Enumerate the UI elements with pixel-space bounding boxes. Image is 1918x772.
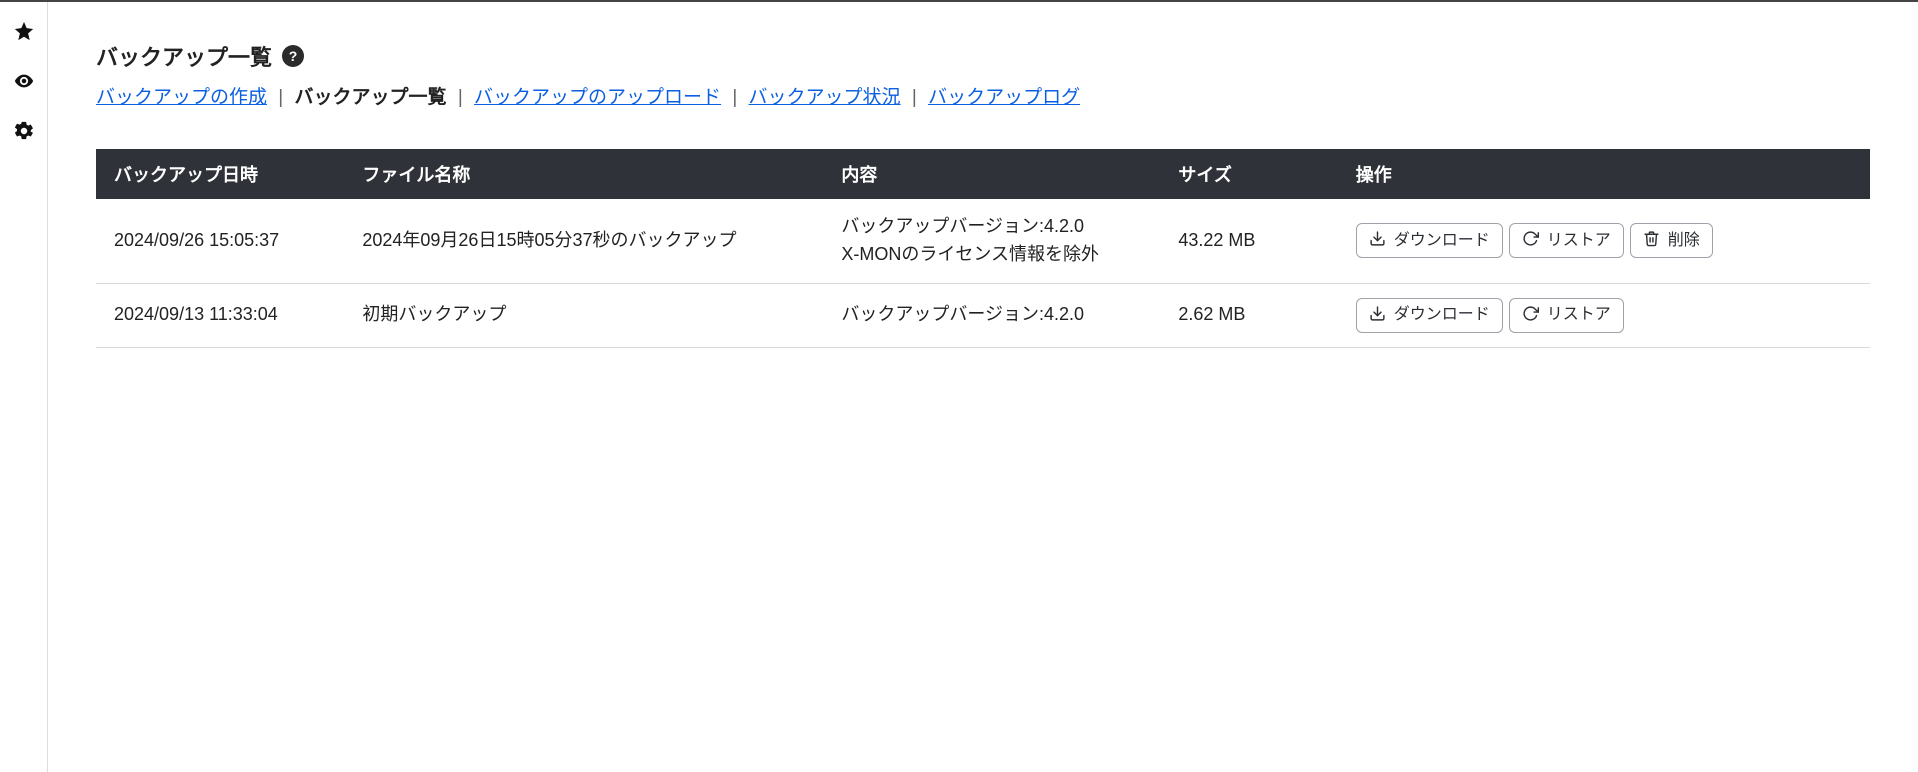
cell-datetime: 2024/09/26 15:05:37 — [96, 199, 344, 283]
eye-icon[interactable] — [13, 70, 35, 92]
star-icon[interactable] — [13, 20, 35, 42]
nav-separator: | — [912, 87, 917, 109]
download-button-label: ダウンロード — [1394, 307, 1490, 323]
nav-separator: | — [278, 87, 283, 109]
content-line1: バックアップバージョン:4.2.0 — [841, 216, 1084, 236]
page-title: バックアップ一覧 — [96, 40, 272, 72]
nav-backup-status[interactable]: バックアップ状況 — [749, 87, 901, 108]
nav-create-backup[interactable]: バックアップの作成 — [96, 87, 267, 108]
sidebar — [0, 2, 48, 772]
ops-group: ダウンロード リストア — [1356, 298, 1852, 333]
download-icon — [1369, 305, 1386, 326]
gear-icon[interactable] — [13, 120, 35, 142]
main-content: バックアップ一覧 ? バックアップの作成 | バックアップ一覧 | バックアップ… — [48, 2, 1918, 772]
restore-button-label: リストア — [1547, 233, 1611, 249]
cell-filename: 2024年09月26日15時05分37秒のバックアップ — [344, 199, 823, 283]
cell-size: 2.62 MB — [1160, 283, 1337, 347]
cell-ops: ダウンロード リストア 削除 — [1338, 199, 1870, 283]
cell-filename: 初期バックアップ — [344, 283, 823, 347]
col-ops: 操作 — [1338, 149, 1870, 199]
download-button[interactable]: ダウンロード — [1356, 223, 1503, 258]
backup-table: バックアップ日時 ファイル名称 内容 サイズ 操作 2024/09/26 15:… — [96, 149, 1870, 348]
nav-upload-backup[interactable]: バックアップのアップロード — [474, 87, 721, 108]
nav-separator: | — [732, 87, 737, 109]
nav-backup-log[interactable]: バックアップログ — [928, 87, 1080, 108]
col-size: サイズ — [1160, 149, 1337, 199]
ops-group: ダウンロード リストア 削除 — [1356, 223, 1852, 258]
restore-icon — [1522, 305, 1539, 326]
delete-button-label: 削除 — [1668, 233, 1700, 249]
cell-content: バックアップバージョン:4.2.0 X-MONのライセンス情報を除外 — [823, 199, 1160, 283]
restore-button-label: リストア — [1547, 307, 1611, 323]
col-filename: ファイル名称 — [344, 149, 823, 199]
nav-separator: | — [458, 87, 463, 109]
cell-size: 43.22 MB — [1160, 199, 1337, 283]
col-datetime: バックアップ日時 — [96, 149, 344, 199]
nav-list-backup-current: バックアップ一覧 — [295, 87, 447, 108]
help-icon[interactable]: ? — [282, 45, 304, 67]
download-button-label: ダウンロード — [1394, 233, 1490, 249]
table-row: 2024/09/13 11:33:04初期バックアップバックアップバージョン:4… — [96, 283, 1870, 347]
content-line2: X-MONのライセンス情報を除外 — [841, 244, 1099, 264]
restore-icon — [1522, 230, 1539, 251]
restore-button[interactable]: リストア — [1509, 223, 1624, 258]
restore-button[interactable]: リストア — [1509, 298, 1624, 333]
cell-content: バックアップバージョン:4.2.0 — [823, 283, 1160, 347]
trash-icon — [1643, 230, 1660, 251]
download-icon — [1369, 230, 1386, 251]
cell-datetime: 2024/09/13 11:33:04 — [96, 283, 344, 347]
subnav: バックアップの作成 | バックアップ一覧 | バックアップのアップロード | バ… — [96, 82, 1870, 109]
table-row: 2024/09/26 15:05:372024年09月26日15時05分37秒の… — [96, 199, 1870, 283]
cell-ops: ダウンロード リストア — [1338, 283, 1870, 347]
download-button[interactable]: ダウンロード — [1356, 298, 1503, 333]
table-header-row: バックアップ日時 ファイル名称 内容 サイズ 操作 — [96, 149, 1870, 199]
col-content: 内容 — [823, 149, 1160, 199]
delete-button[interactable]: 削除 — [1630, 223, 1713, 258]
content-line1: バックアップバージョン:4.2.0 — [841, 304, 1084, 324]
